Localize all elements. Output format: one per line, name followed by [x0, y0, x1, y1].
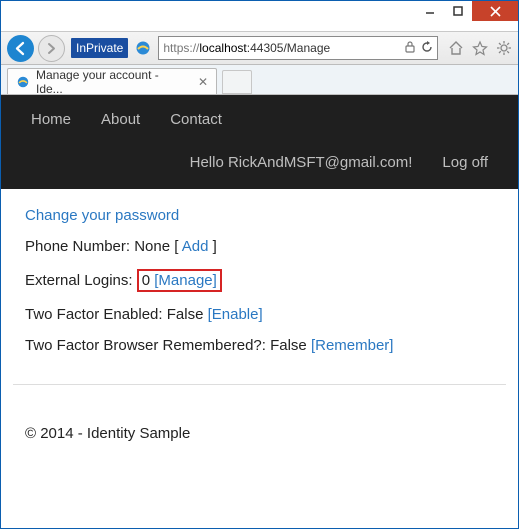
favorites-icon[interactable]: [472, 40, 488, 56]
tab-close-icon[interactable]: ✕: [198, 75, 208, 89]
two-factor-label: Two Factor Enabled: False: [25, 306, 208, 323]
window-titlebar: [1, 1, 518, 32]
close-button[interactable]: [472, 1, 518, 21]
nav-contact[interactable]: Contact: [170, 111, 222, 128]
user-greeting[interactable]: Hello RickAndMSFT@gmail.com!: [190, 154, 413, 171]
lock-icon: [405, 41, 415, 56]
remember-browser-row: Two Factor Browser Remembered?: False [R…: [25, 337, 494, 354]
page-footer: © 2014 - Identity Sample: [13, 425, 506, 442]
footer-divider: [13, 384, 506, 385]
footer-text: © 2014 - Identity Sample: [25, 425, 190, 442]
url-path: :44305/Manage: [247, 41, 330, 55]
page-viewport: Home About Contact Hello RickAndMSFT@gma…: [1, 95, 518, 528]
external-logins-highlight: 0 [Manage]: [137, 269, 222, 292]
settings-icon[interactable]: [496, 40, 512, 56]
maximize-button[interactable]: [444, 1, 472, 21]
tab-strip: Manage your account - Ide... ✕: [1, 65, 518, 95]
back-button[interactable]: [7, 35, 34, 62]
phone-close: ]: [208, 238, 216, 255]
browser-navbar: InPrivate https://localhost:44305/Manage: [1, 32, 518, 65]
external-logins-row: External Logins: 0 [Manage]: [25, 269, 494, 292]
ie-icon: [134, 39, 152, 57]
nav-about[interactable]: About: [101, 111, 140, 128]
manage-account-content: Change your password Phone Number: None …: [13, 189, 506, 354]
logoff-link[interactable]: Log off: [442, 154, 488, 171]
external-logins-label: External Logins:: [25, 272, 137, 289]
enable-two-factor-link[interactable]: [Enable]: [208, 306, 263, 323]
forward-button[interactable]: [38, 35, 65, 62]
home-icon[interactable]: [448, 40, 464, 56]
remember-label: Two Factor Browser Remembered?: False: [25, 337, 311, 354]
refresh-icon[interactable]: [421, 41, 433, 56]
minimize-button[interactable]: [416, 1, 444, 21]
url-host: localhost: [199, 41, 246, 55]
external-logins-count: 0: [142, 272, 155, 289]
site-navbar: Home About Contact Hello RickAndMSFT@gma…: [1, 95, 518, 189]
phone-label: Phone Number: None [: [25, 238, 182, 255]
address-bar[interactable]: https://localhost:44305/Manage: [158, 36, 438, 60]
url-protocol: https://: [163, 41, 199, 55]
add-phone-link[interactable]: Add: [182, 238, 209, 255]
new-tab-button[interactable]: [222, 70, 252, 94]
nav-home[interactable]: Home: [31, 111, 71, 128]
remember-browser-link[interactable]: [Remember]: [311, 337, 394, 354]
manage-external-logins-link[interactable]: [Manage]: [154, 272, 217, 289]
tab-title: Manage your account - Ide...: [36, 68, 188, 96]
browser-tab[interactable]: Manage your account - Ide... ✕: [7, 68, 217, 94]
inprivate-badge: InPrivate: [71, 38, 128, 58]
ie-favicon-icon: [16, 75, 30, 89]
phone-number-row: Phone Number: None [ Add ]: [25, 238, 494, 255]
two-factor-row: Two Factor Enabled: False [Enable]: [25, 306, 494, 323]
change-password-link[interactable]: Change your password: [25, 207, 179, 224]
